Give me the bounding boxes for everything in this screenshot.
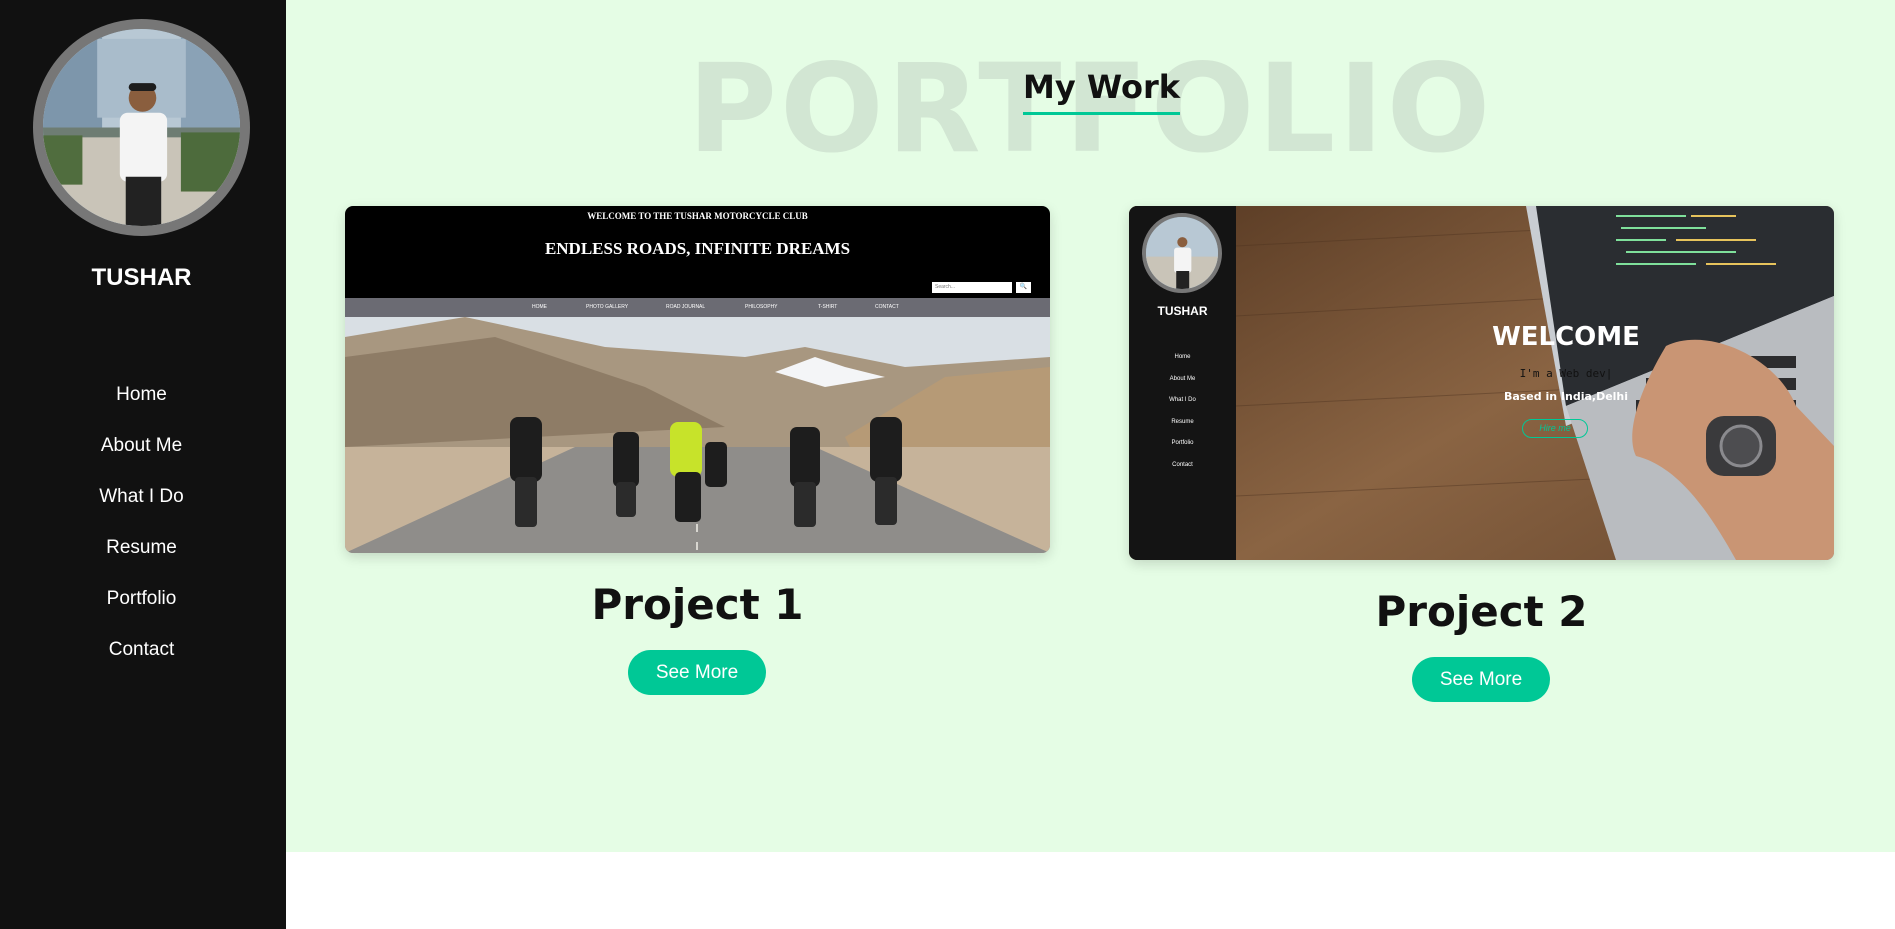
profile-avatar bbox=[33, 19, 250, 236]
sidebar: TUSHAR Home About Me What I Do Resume Po… bbox=[0, 0, 286, 929]
sidebar-item-home[interactable]: Home bbox=[0, 384, 283, 435]
project-2-see-more-button[interactable]: See More bbox=[1412, 657, 1550, 702]
preview-nav-item: Portfolio bbox=[1171, 440, 1194, 447]
preview-nav-item: PHILOSOPHY bbox=[745, 304, 778, 310]
sidebar-item-about-me[interactable]: About Me bbox=[0, 435, 283, 486]
sidebar-item-portfolio[interactable]: Portfolio bbox=[0, 588, 283, 639]
sidebar-item-resume[interactable]: Resume bbox=[0, 537, 283, 588]
preview-nav-item: PHOTO GALLERY bbox=[586, 304, 629, 310]
project-1-see-more-button[interactable]: See More bbox=[628, 650, 766, 695]
preview-nav-item: Contact bbox=[1172, 461, 1193, 468]
section-title: My Work bbox=[1023, 68, 1181, 115]
portfolio-section: PORTFOLIO My Work WELCOME TO THE TUSHAR … bbox=[286, 0, 1895, 852]
preview-nav-item: HOME bbox=[532, 304, 547, 310]
preview-search-icon: 🔍 bbox=[1016, 282, 1031, 293]
preview-location: Based in India,Delhi bbox=[1503, 390, 1629, 403]
preview-nav-item: What I Do bbox=[1169, 397, 1196, 404]
project-1-preview[interactable]: WELCOME TO THE TUSHAR MOTORCYCLE CLUB EN… bbox=[345, 206, 1050, 553]
motorcycle-riders-image bbox=[345, 317, 1050, 553]
project-1-title: Project 1 bbox=[591, 580, 804, 629]
project-2-preview[interactable]: TUSHAR Home About Me What I Do Resume Po… bbox=[1129, 206, 1834, 560]
preview-nav-item: CONTACT bbox=[875, 304, 899, 310]
preview-nav-item: Resume bbox=[1171, 418, 1194, 425]
sidebar-item-what-i-do[interactable]: What I Do bbox=[0, 486, 283, 537]
preview-nav-item: About Me bbox=[1169, 375, 1196, 382]
laptop-desk-image bbox=[1236, 206, 1834, 560]
preview-tagline: ENDLESS ROADS, INFINITE DREAMS bbox=[544, 239, 851, 258]
preview-hire-button: Hire me bbox=[1522, 419, 1588, 438]
preview-nav-item: ROAD JOURNAL bbox=[666, 304, 706, 310]
sidebar-item-contact[interactable]: Contact bbox=[0, 639, 283, 690]
project-card-2: TUSHAR Home About Me What I Do Resume Po… bbox=[1129, 206, 1834, 703]
project-2-title: Project 2 bbox=[1375, 587, 1588, 636]
preview-nav-item: Home bbox=[1174, 354, 1191, 360]
preview-nav-item: T-SHIRT bbox=[818, 304, 838, 310]
preview-profile-name: TUSHAR bbox=[1157, 304, 1208, 318]
project-card-1: WELCOME TO THE TUSHAR MOTORCYCLE CLUB EN… bbox=[345, 206, 1050, 696]
preview-sidebar-nav: Home About Me What I Do Resume Portfolio… bbox=[1129, 354, 1236, 484]
sidebar-nav: Home About Me What I Do Resume Portfolio… bbox=[0, 384, 283, 690]
preview-sidebar: TUSHAR Home About Me What I Do Resume Po… bbox=[1129, 206, 1236, 560]
preview-subtitle: I'm a Web dev| bbox=[1519, 367, 1613, 380]
preview-search-input: Search... bbox=[932, 282, 1012, 293]
preview-nav-bar: HOME PHOTO GALLERY ROAD JOURNAL PHILOSOP… bbox=[345, 298, 1050, 317]
preview-welcome-heading: WELCOME bbox=[1492, 322, 1640, 352]
profile-name: TUSHAR bbox=[91, 264, 192, 291]
preview-avatar bbox=[1142, 213, 1222, 293]
preview-club-title: WELCOME TO THE TUSHAR MOTORCYCLE CLUB bbox=[587, 211, 808, 221]
